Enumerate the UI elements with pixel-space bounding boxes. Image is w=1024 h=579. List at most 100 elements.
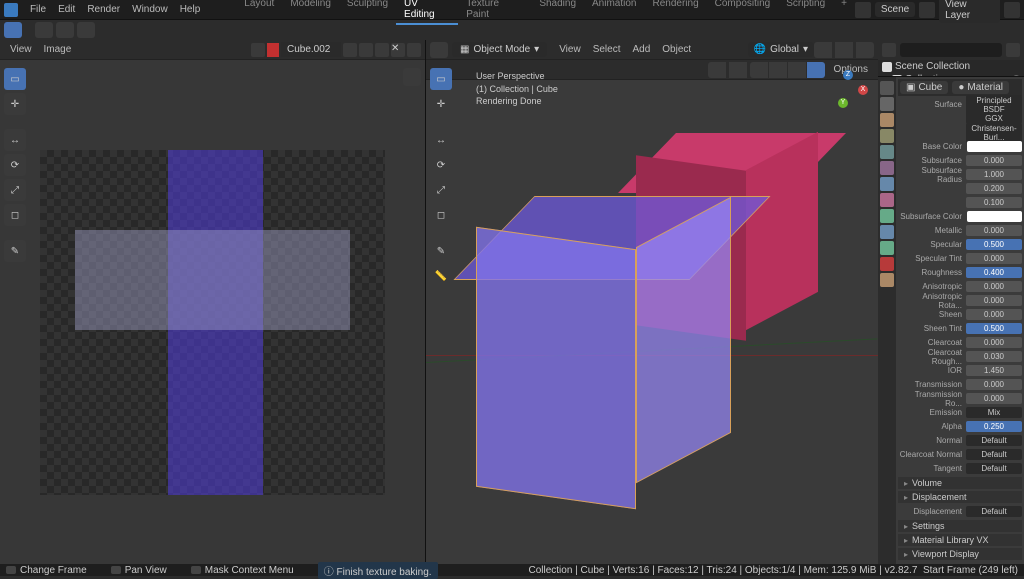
val-tangent[interactable]: Default: [966, 463, 1022, 474]
pan-icon[interactable]: [856, 131, 874, 149]
vp-menu-object[interactable]: Object: [656, 42, 697, 57]
val-anisorot[interactable]: 0.000: [966, 295, 1022, 306]
vp-annotate-tool-icon[interactable]: ✎: [430, 240, 452, 262]
val-radius1[interactable]: 1.000: [966, 169, 1022, 180]
val-ccrough[interactable]: 0.030: [966, 351, 1022, 362]
section-settings[interactable]: Settings: [898, 520, 1022, 532]
cursor-tool-icon[interactable]: ✛: [4, 93, 26, 115]
snap-icon[interactable]: [835, 42, 853, 58]
val-transro[interactable]: 0.000: [966, 393, 1022, 404]
vp-measure-tool-icon[interactable]: 📏: [430, 265, 452, 287]
vp-cursor-tool-icon[interactable]: ✛: [430, 93, 452, 115]
select-tool-icon[interactable]: ▭: [4, 68, 26, 90]
menu-help[interactable]: Help: [174, 1, 207, 18]
section-matlib[interactable]: Material Library VX: [898, 534, 1022, 546]
menu-render[interactable]: Render: [81, 1, 126, 18]
pin-image-icon[interactable]: [407, 43, 421, 57]
val-trans[interactable]: 0.000: [966, 379, 1022, 390]
val-disp[interactable]: Default: [966, 506, 1022, 517]
tab-scene-icon[interactable]: [880, 129, 894, 143]
gizmo-x-icon[interactable]: X: [858, 85, 868, 95]
viewlayer-browse-icon[interactable]: [919, 2, 935, 18]
tree-scene-collection[interactable]: Scene Collection: [878, 60, 1024, 73]
tab-particle-icon[interactable]: [880, 193, 894, 207]
tab-layout[interactable]: Layout: [236, 0, 282, 25]
scene-field[interactable]: Scene: [875, 2, 915, 17]
viewlayer-field[interactable]: View Layer: [939, 0, 1000, 23]
val-sheen[interactable]: 0.000: [966, 309, 1022, 320]
val-aniso[interactable]: 0.000: [966, 281, 1022, 292]
vp-scale-tool-icon[interactable]: ⤢: [430, 179, 452, 201]
tab-mesh-icon[interactable]: [880, 241, 894, 255]
vp-transform-tool-icon[interactable]: ◻: [430, 204, 452, 226]
editor-type-icon[interactable]: [430, 42, 448, 58]
tab-add[interactable]: +: [833, 0, 855, 25]
outliner-search[interactable]: [900, 43, 1002, 57]
new-image-icon[interactable]: [359, 43, 373, 57]
tab-uv-editing[interactable]: UV Editing: [396, 0, 458, 25]
menu-file[interactable]: File: [24, 1, 52, 18]
image-name-field[interactable]: Cube.002: [281, 42, 341, 57]
close-icon[interactable]: [1004, 2, 1020, 18]
tab-sculpting[interactable]: Sculpting: [339, 0, 396, 25]
vp-move-tool-icon[interactable]: ↔: [430, 129, 452, 151]
tab-texture-icon[interactable]: [880, 273, 894, 287]
section-volume[interactable]: Volume: [898, 477, 1022, 489]
outliner-type-icon[interactable]: [882, 43, 896, 57]
val-specular[interactable]: 0.500: [966, 239, 1022, 250]
open-image-icon[interactable]: [375, 43, 389, 57]
ssscolor-swatch[interactable]: [967, 211, 1022, 222]
section-vpdisplay[interactable]: Viewport Display: [898, 548, 1022, 560]
val-clearcoat[interactable]: 0.000: [966, 337, 1022, 348]
proportional-icon[interactable]: [856, 42, 874, 58]
uv-image-area[interactable]: [40, 150, 385, 495]
cube-blue-selected[interactable]: [476, 160, 716, 470]
tab-animation[interactable]: Animation: [584, 0, 644, 25]
scale-tool-icon[interactable]: ⤢: [4, 179, 26, 201]
val-radius2[interactable]: 0.200: [966, 183, 1022, 194]
move-tool-icon[interactable]: ↔: [4, 129, 26, 151]
sss-method-dropdown[interactable]: Christensen-Burl...: [966, 123, 1022, 143]
tab-texture-paint[interactable]: Texture Paint: [458, 0, 531, 25]
val-normal[interactable]: Default: [966, 435, 1022, 446]
annotate-tool-icon[interactable]: ✎: [4, 240, 26, 262]
ortho-icon[interactable]: [856, 173, 874, 191]
tab-physics-icon[interactable]: [880, 209, 894, 223]
gizmo-z-icon[interactable]: Z: [843, 70, 853, 80]
tab-world-icon[interactable]: [880, 145, 894, 159]
val-roughness[interactable]: 0.400: [966, 267, 1022, 278]
uv-menu-view[interactable]: View: [4, 42, 38, 57]
vp-rotate-tool-icon[interactable]: ⟳: [430, 154, 452, 176]
val-metallic[interactable]: 0.000: [966, 225, 1022, 236]
tab-object-icon[interactable]: [880, 161, 894, 175]
menu-edit[interactable]: Edit: [52, 1, 81, 18]
vp-menu-select[interactable]: Select: [587, 42, 627, 57]
pivot-icon[interactable]: [814, 42, 832, 58]
mode-dropdown[interactable]: ▦ Object Mode ▾: [452, 42, 547, 57]
uv-sync-icon[interactable]: [35, 22, 53, 38]
tab-viewlayer-icon[interactable]: [880, 113, 894, 127]
select-box-icon[interactable]: [4, 22, 22, 38]
basecolor-swatch[interactable]: [967, 141, 1022, 152]
orientation-dropdown[interactable]: 🌐 Global ▾: [748, 42, 814, 57]
rotate-tool-icon[interactable]: ⟳: [4, 154, 26, 176]
tab-render-icon[interactable]: [880, 81, 894, 95]
nav-gizmo[interactable]: X Y Z: [828, 70, 868, 110]
tab-scripting[interactable]: Scripting: [778, 0, 833, 25]
viewport-scene[interactable]: [426, 60, 878, 564]
vp-menu-view[interactable]: View: [553, 42, 587, 57]
val-ior[interactable]: 1.450: [966, 365, 1022, 376]
tab-rendering[interactable]: Rendering: [644, 0, 706, 25]
uv-edge-icon[interactable]: [77, 22, 95, 38]
vp-select-tool-icon[interactable]: ▭: [430, 68, 452, 90]
image-users-icon[interactable]: [343, 43, 357, 57]
tab-output-icon[interactable]: [880, 97, 894, 111]
tab-modifier-icon[interactable]: [880, 177, 894, 191]
filter-icon[interactable]: [1006, 43, 1020, 57]
uv-collapse-icon[interactable]: [403, 68, 421, 86]
zoom-icon[interactable]: [856, 110, 874, 128]
object-pill[interactable]: ▣Cube: [900, 81, 948, 94]
tab-material-icon[interactable]: [880, 257, 894, 271]
uv-menu-image[interactable]: Image: [38, 42, 78, 57]
image-browse-icon[interactable]: [251, 43, 265, 57]
